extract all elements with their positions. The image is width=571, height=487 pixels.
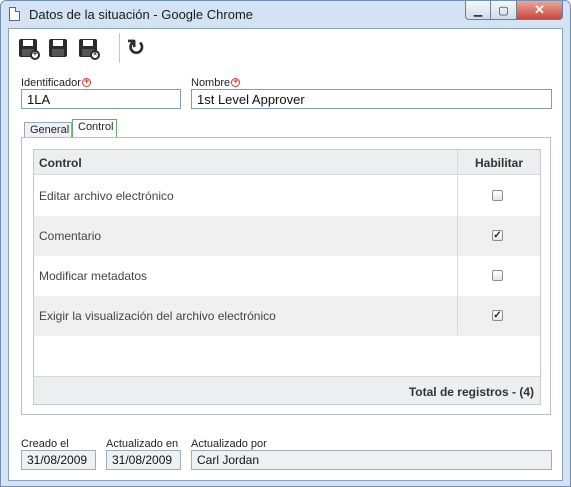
actualizado-en-label: Actualizado en [106,438,179,450]
grid-header: Control Habilitar [34,150,540,175]
table-row[interactable]: Modificar metadatos [34,256,540,296]
toolbar: + × ↻ [9,29,562,67]
habilitar-checkbox[interactable]: ✓ [492,310,503,321]
row-label: Modificar metadatos [39,269,148,283]
column-header-habilitar[interactable]: Habilitar [475,156,523,170]
nombre-label-text: Nombre [191,77,231,89]
save-icon [49,39,67,57]
refresh-button[interactable]: ↻ [123,35,149,61]
column-header-control[interactable]: Control [39,156,82,170]
actualizado-por-field: Carl Jordan [191,450,552,470]
table-row[interactable]: Comentario ✓ [34,216,540,256]
habilitar-checkbox[interactable] [492,270,503,281]
tab-general[interactable]: General [24,122,72,138]
close-button[interactable]: ✕ [517,1,563,20]
habilitar-checkbox[interactable] [492,190,503,201]
minimize-button[interactable]: ▁ [465,1,491,20]
x-badge-icon: × [90,50,100,60]
nombre-field[interactable]: 1st Level Approver [191,89,552,109]
window-title: Datos de la situación - Google Chrome [29,7,254,22]
tab-control[interactable]: Control [72,119,117,138]
control-grid: Control Habilitar Editar archivo electró… [33,149,541,405]
column-divider [457,150,458,335]
toolbar-separator [119,33,120,63]
window-controls: ▁ ▢ ✕ [465,1,563,20]
plus-badge-icon: + [30,50,40,60]
maximize-button[interactable]: ▢ [491,1,517,20]
grid-footer: Total de registros - (4) [34,376,540,404]
row-label: Comentario [39,229,102,243]
record-count: Total de registros - (4) [408,385,534,399]
save-close-button[interactable]: × [77,37,100,60]
control-panel: Control Habilitar Editar archivo electró… [21,137,551,415]
save-new-button[interactable]: + [17,37,40,60]
required-icon [231,76,241,87]
identificador-label-text: Identificador [21,77,81,89]
table-row[interactable]: Editar archivo electrónico [34,176,540,216]
row-label: Editar archivo electrónico [39,189,174,203]
save-button[interactable] [47,37,69,59]
identificador-label: Identificador [21,76,91,89]
dialog-content: + × ↻ Identificador 1LA Nombre 1st Level… [8,28,563,481]
creado-field: 31/08/2009 [21,450,96,470]
nombre-label: Nombre [191,76,241,89]
identificador-field[interactable]: 1LA [21,89,181,109]
refresh-icon: ↻ [126,35,146,60]
habilitar-checkbox[interactable]: ✓ [492,230,503,241]
page-icon [9,7,20,21]
actualizado-por-label: Actualizado por [191,438,267,450]
required-icon [81,76,91,87]
table-row[interactable]: Exigir la visualización del archivo elec… [34,296,540,336]
title-bar: Datos de la situación - Google Chrome ▁ … [1,1,570,29]
row-label: Exigir la visualización del archivo elec… [39,309,276,323]
creado-label: Creado el [21,438,69,450]
browser-window: Datos de la situación - Google Chrome ▁ … [0,0,571,487]
actualizado-en-field: 31/08/2009 [106,450,181,470]
